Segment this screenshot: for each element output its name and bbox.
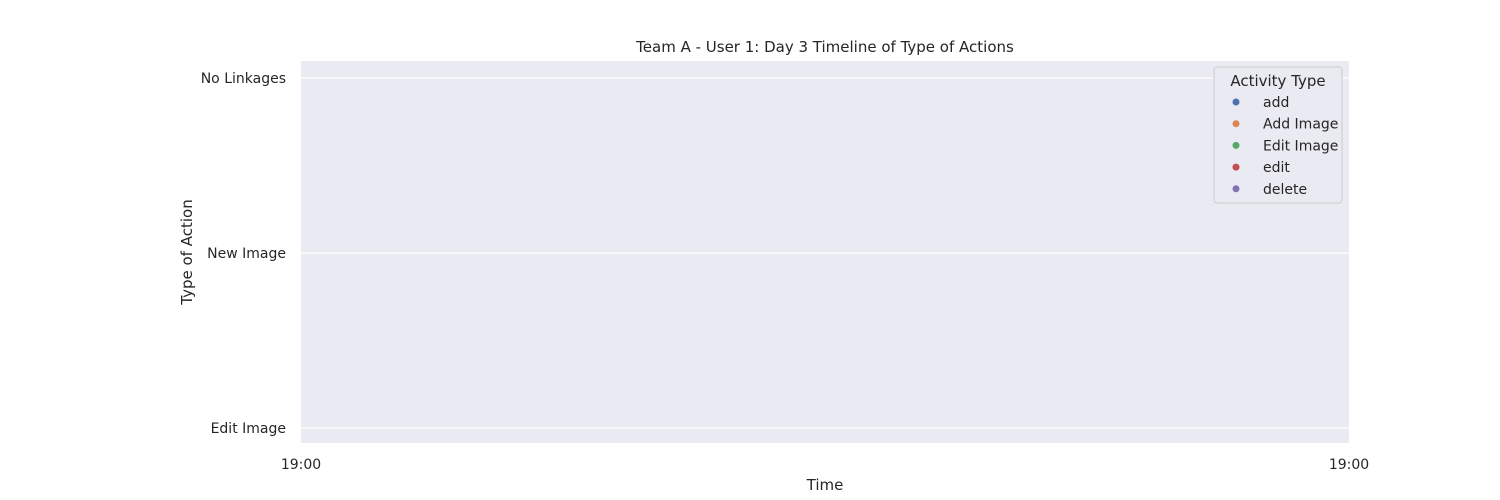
- legend-marker: [1232, 141, 1240, 149]
- legend-label: delete: [1263, 182, 1307, 198]
- legend-marker: [1232, 98, 1240, 106]
- plot-area: [301, 61, 1349, 443]
- y-tick-label: New Image: [207, 246, 286, 262]
- legend-marker: [1232, 120, 1240, 128]
- y-axis-label: Type of Action: [178, 199, 196, 305]
- legend-title: Activity Type: [1230, 72, 1325, 90]
- legend: Activity Type add Add Image Edit Image edit…: [1213, 66, 1343, 204]
- timeline-chart: No LinkagesNew ImageEdit Image 19:00 19:0…: [178, 38, 1369, 494]
- y-tick-labels: No Linkages New Image Edit Image: [201, 71, 286, 437]
- legend-label: add: [1263, 95, 1289, 111]
- legend-label: Edit Image: [1263, 138, 1338, 154]
- legend-marker: [1232, 185, 1240, 193]
- legend-label: edit: [1263, 160, 1290, 176]
- y-tick-label: No Linkages: [201, 71, 286, 87]
- legend-label: Add Image: [1263, 117, 1338, 133]
- chart-title: Team A - User 1: Day 3 Timeline of Type …: [635, 38, 1014, 56]
- y-tick-label: Edit Image: [211, 421, 286, 437]
- legend-marker: [1232, 163, 1240, 171]
- x-tick-label: 19:00: [1329, 457, 1369, 473]
- x-axis-label: Time: [806, 476, 844, 494]
- x-tick-labels: 19:00 19:00: [281, 457, 1369, 473]
- x-tick-label: 19:00: [281, 457, 321, 473]
